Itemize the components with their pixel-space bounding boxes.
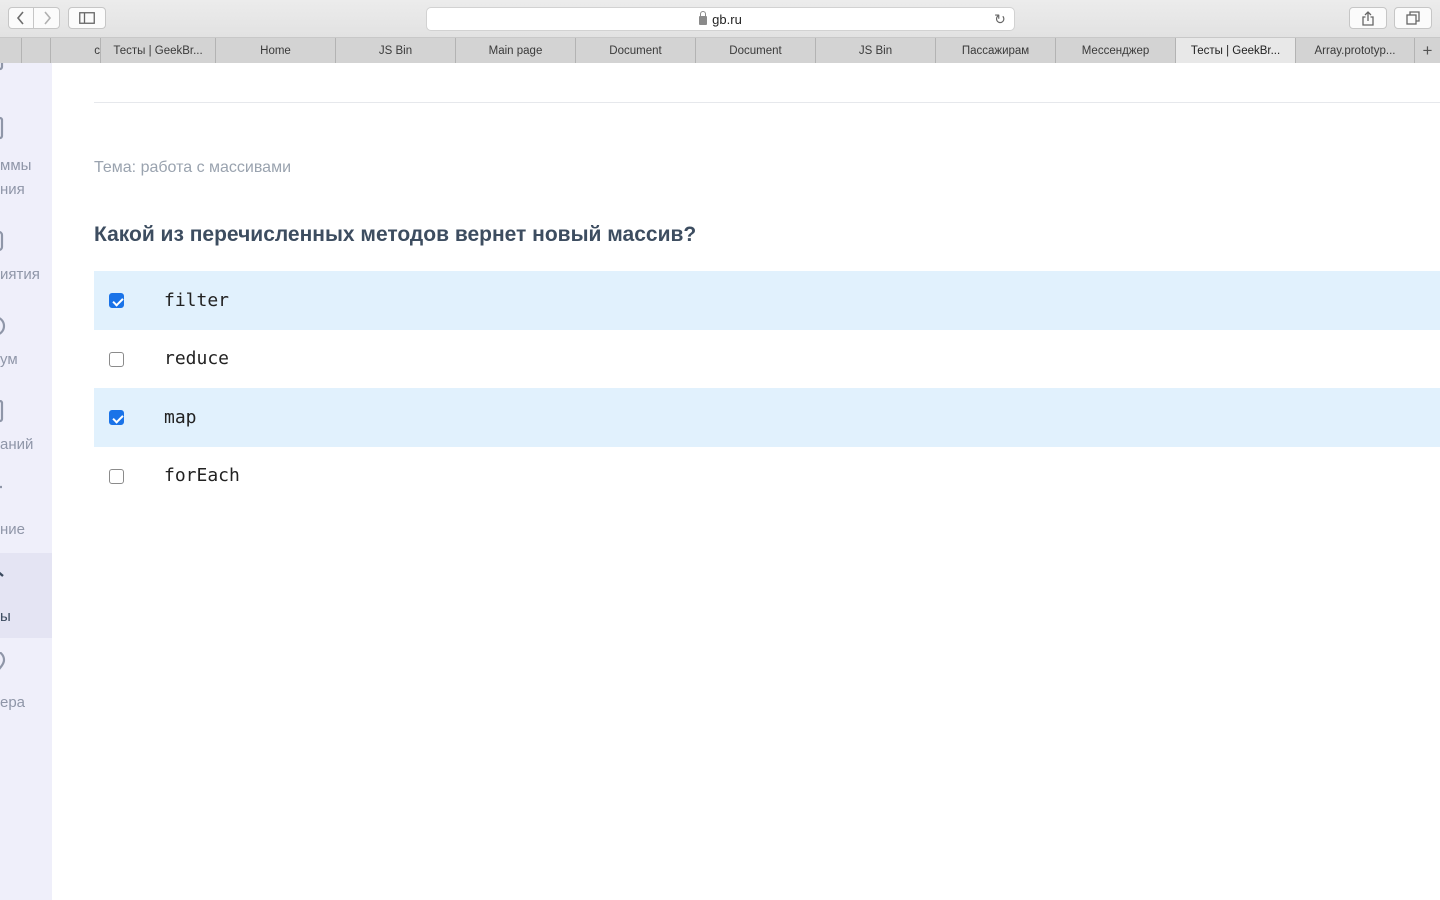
tab[interactable]: Main page xyxy=(456,38,576,63)
tab[interactable]: Document xyxy=(696,38,816,63)
answer-option[interactable]: forEach xyxy=(94,447,1440,506)
main-content: Тема: работа с массивами Какой из перечи… xyxy=(52,63,1440,900)
tab-label: Array.prototyp... xyxy=(1314,44,1396,57)
tab[interactable]: Home xyxy=(216,38,336,63)
back-button[interactable] xyxy=(8,7,34,29)
tab[interactable]: Тесты | GeekBr... xyxy=(101,38,216,63)
sidebar-item-events[interactable]: иятия xyxy=(0,220,52,305)
tab[interactable]: JS Bin xyxy=(816,38,936,63)
tab[interactable] xyxy=(0,38,22,63)
tab-label: Пассажирам xyxy=(961,44,1030,57)
reload-icon[interactable]: ↻ xyxy=(992,11,1008,27)
sidebar-item-education[interactable]: ние xyxy=(0,475,52,560)
answer-option[interactable]: map xyxy=(94,388,1440,447)
book-icon xyxy=(0,116,4,140)
address-url: gb.ru xyxy=(712,11,742,27)
tests-icon xyxy=(0,571,4,577)
tab-label: Document xyxy=(609,44,662,57)
sidebar-item-tests[interactable]: ы xyxy=(0,553,52,638)
answer-checkbox[interactable] xyxy=(109,351,124,367)
tab[interactable]: Array.prototyp... xyxy=(1296,38,1415,63)
tabs-overview-button[interactable] xyxy=(1394,7,1432,29)
tasks-icon xyxy=(0,400,4,423)
tab[interactable]: Мессенджер xyxy=(1056,38,1176,63)
sidebar-item-label: ния xyxy=(0,181,25,198)
answer-checkbox[interactable] xyxy=(109,410,124,425)
tab-label: Тесты | GeekBr... xyxy=(1190,44,1281,57)
answer-checkbox[interactable] xyxy=(109,468,124,484)
quiz-question: Какой из перечисленных методов вернет но… xyxy=(94,223,697,246)
answer-options: filter reduce map forEach xyxy=(94,271,1440,505)
tabs-icon xyxy=(1406,11,1420,25)
sidebar-item-forum[interactable]: ум xyxy=(0,305,52,390)
tab-label: Home xyxy=(260,44,291,57)
sidebar-item-label: ера xyxy=(0,694,26,711)
sidebar-item-label: иятия xyxy=(0,266,40,283)
sidebar-item-programs[interactable]: ммы ния xyxy=(0,108,52,198)
career-icon xyxy=(0,652,6,670)
tab[interactable]: с xyxy=(51,38,101,63)
share-icon xyxy=(1362,10,1374,26)
chevron-right-icon xyxy=(43,11,51,25)
address-bar[interactable]: gb.ru ↻ xyxy=(426,7,1015,31)
forward-button[interactable] xyxy=(34,7,60,29)
tab-label: JS Bin xyxy=(858,44,893,57)
sidebar-item-label: ммы xyxy=(0,157,32,174)
answer-checkbox[interactable] xyxy=(109,293,124,308)
history-nav xyxy=(8,7,60,29)
divider xyxy=(94,102,1440,103)
lock-icon xyxy=(699,10,708,25)
browser-toolbar: gb.ru ↻ xyxy=(0,0,1440,38)
chat-icon xyxy=(0,317,6,335)
sidebar-item-label: ум xyxy=(0,351,18,368)
sidebar-item-career[interactable]: ера xyxy=(0,646,52,731)
monitor-icon xyxy=(0,63,4,71)
tab-label: JS Bin xyxy=(378,44,413,57)
education-icon xyxy=(0,485,2,489)
tab-label: Тесты | GeekBr... xyxy=(113,44,203,57)
sidebar-item-tasks[interactable]: аний xyxy=(0,390,52,475)
tab[interactable]: JS Bin xyxy=(336,38,456,63)
sidebar-item-label: ы xyxy=(0,608,11,625)
plus-icon: + xyxy=(1422,40,1433,60)
tab[interactable] xyxy=(22,38,51,63)
tab-label: Document xyxy=(729,44,782,57)
sidebar-item-label: аний xyxy=(0,436,34,453)
sidebar-icon xyxy=(79,12,95,24)
share-button[interactable] xyxy=(1349,7,1387,29)
tab-active[interactable]: Тесты | GeekBr... xyxy=(1176,38,1296,63)
sidebar-toggle-button[interactable] xyxy=(68,7,106,29)
tab-bar: с Тесты | GeekBr... Home JS Bin Main pag… xyxy=(0,38,1440,63)
answer-label: map xyxy=(164,406,197,428)
sidebar-item-label: ние xyxy=(0,521,26,538)
answer-label: reduce xyxy=(164,348,230,370)
chevron-left-icon xyxy=(16,11,24,25)
tab-label: Мессенджер xyxy=(1081,44,1150,57)
quiz-topic: Тема: работа с массивами xyxy=(94,159,291,176)
tab[interactable]: Document xyxy=(576,38,696,63)
answer-option[interactable]: filter xyxy=(94,271,1440,330)
sidebar: ммы ния иятия ум аний ние ы ера xyxy=(0,63,52,900)
new-tab-button[interactable]: + xyxy=(1415,38,1440,63)
answer-option[interactable]: reduce xyxy=(94,330,1440,389)
answer-label: filter xyxy=(164,289,230,311)
tab-label: с xyxy=(94,44,100,57)
calendar-icon xyxy=(0,231,4,251)
answer-label: forEach xyxy=(164,465,240,487)
tab[interactable]: Пассажирам xyxy=(936,38,1056,63)
tab-label: Main page xyxy=(488,44,543,57)
